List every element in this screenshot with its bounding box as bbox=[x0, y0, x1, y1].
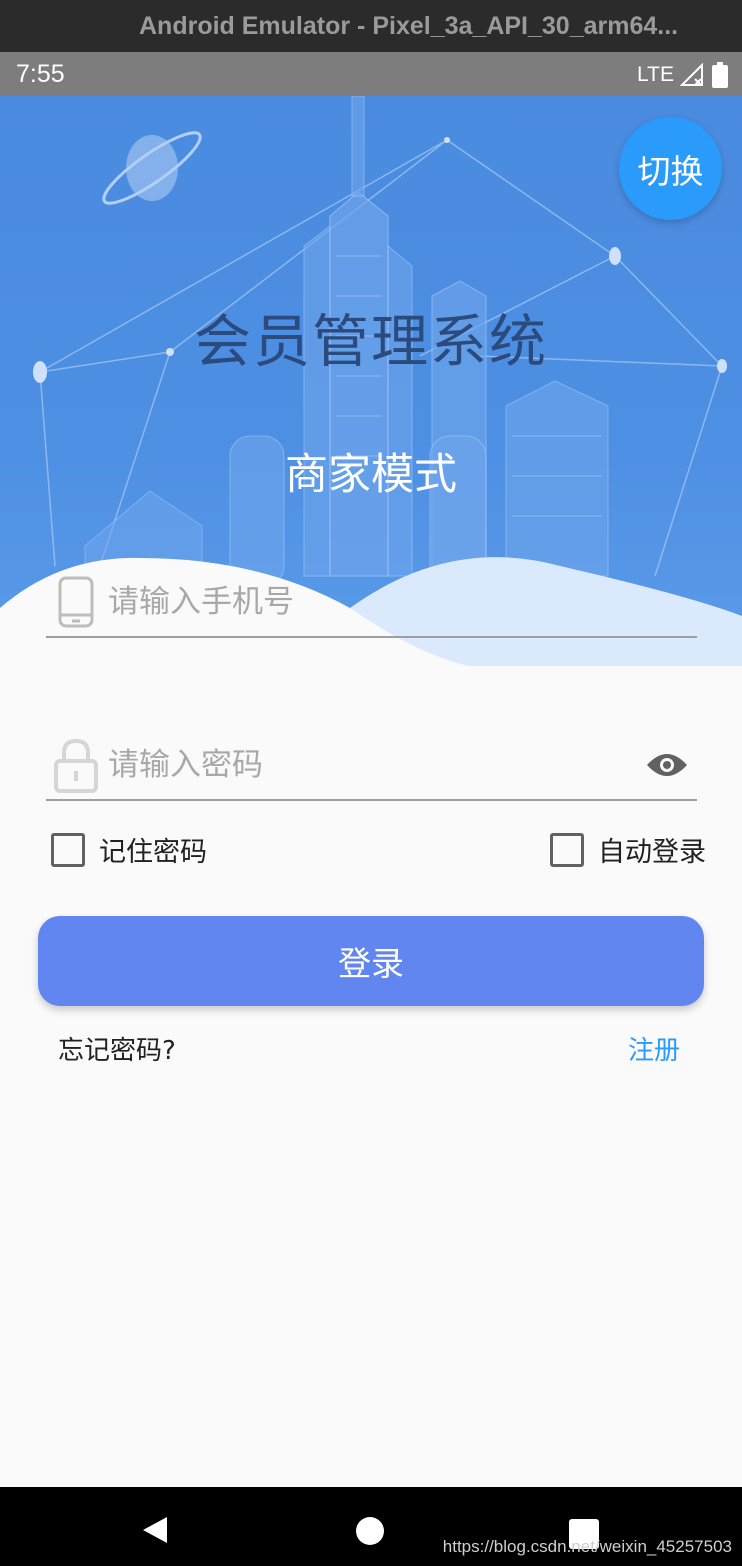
system-nav-bar: https://blog.csdn.net/weixin_45257503 bbox=[0, 1487, 742, 1566]
back-icon[interactable] bbox=[141, 1515, 169, 1545]
page-title: 会员管理系统 bbox=[194, 309, 548, 375]
auto-login-label: 自动登录 bbox=[598, 837, 706, 868]
status-indicators: LTE bbox=[637, 62, 728, 88]
home-icon[interactable] bbox=[356, 1517, 384, 1545]
phone-field[interactable] bbox=[46, 568, 697, 638]
forgot-password-link[interactable]: 忘记密码? bbox=[58, 1030, 176, 1067]
password-input[interactable] bbox=[106, 747, 637, 783]
mode-label: 商家模式 bbox=[285, 450, 457, 500]
password-field[interactable] bbox=[46, 731, 697, 801]
auto-login-checkbox[interactable]: 自动登录 bbox=[550, 830, 706, 869]
checkbox-box[interactable] bbox=[550, 832, 584, 867]
register-link[interactable]: 注册 bbox=[628, 1030, 680, 1067]
remember-password-checkbox[interactable]: 记住密码 bbox=[51, 830, 207, 869]
lock-icon bbox=[46, 737, 106, 793]
status-time: 7:55 bbox=[16, 60, 65, 88]
eye-icon[interactable] bbox=[637, 751, 697, 779]
emulator-window-title: Android Emulator - Pixel_3a_API_30_arm64… bbox=[0, 0, 742, 52]
phone-icon bbox=[46, 575, 106, 629]
watermark: https://blog.csdn.net/weixin_45257503 bbox=[442, 1537, 732, 1556]
signal-icon bbox=[680, 63, 703, 86]
battery-icon bbox=[712, 62, 728, 88]
status-bar: 7:55 LTE bbox=[0, 52, 742, 96]
login-button[interactable]: 登录 bbox=[38, 916, 704, 1006]
checkbox-box[interactable] bbox=[51, 832, 85, 867]
switch-mode-button[interactable]: 切换 bbox=[619, 117, 722, 220]
remember-password-label: 记住密码 bbox=[99, 837, 207, 868]
phone-input[interactable] bbox=[106, 584, 697, 620]
network-type: LTE bbox=[637, 63, 674, 86]
